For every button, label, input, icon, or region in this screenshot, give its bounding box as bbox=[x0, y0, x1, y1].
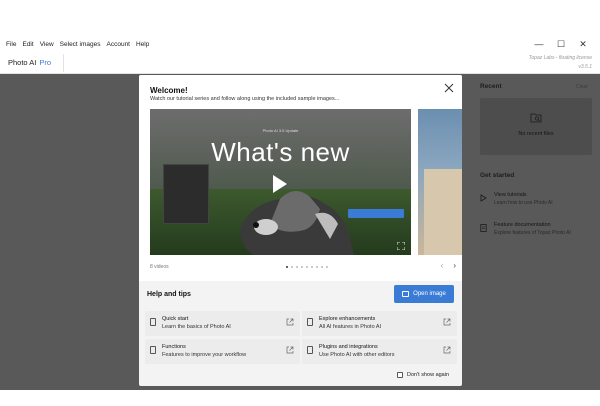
play-icon[interactable] bbox=[273, 175, 287, 193]
building-image bbox=[424, 169, 462, 255]
app-header: Photo AI Pro Topaz Labs - floating licens… bbox=[0, 52, 600, 74]
get-started-title: Get started bbox=[480, 172, 515, 179]
view-tutorials-item[interactable]: View tutorials Learn how to use Photo AI bbox=[480, 192, 596, 212]
menu-select-images[interactable]: Select images bbox=[60, 41, 101, 48]
play-outline-icon bbox=[480, 194, 487, 202]
image-icon bbox=[402, 291, 410, 297]
document-icon bbox=[150, 346, 156, 354]
product-name: Photo AI Pro bbox=[8, 58, 51, 67]
menu-bar: File Edit View Select images Account Hel… bbox=[0, 36, 600, 52]
menu-account[interactable]: Account bbox=[107, 41, 131, 48]
functions-card[interactable]: Functions Features to improve your workf… bbox=[145, 339, 300, 364]
maximize-icon[interactable]: ☐ bbox=[550, 39, 572, 50]
modal-title: Welcome! bbox=[150, 86, 188, 95]
menu-help[interactable]: Help bbox=[136, 41, 149, 48]
external-link-icon bbox=[286, 318, 294, 326]
next-video-thumbnail[interactable] bbox=[418, 109, 462, 255]
card-desc: Use Photo AI with other editors bbox=[319, 352, 395, 358]
carousel-dot[interactable] bbox=[296, 266, 298, 268]
carousel-dot[interactable] bbox=[301, 266, 303, 268]
card-desc: All AI features in Photo AI bbox=[319, 324, 382, 330]
carousel-dot[interactable] bbox=[326, 266, 328, 268]
bottom-strip bbox=[0, 390, 600, 406]
carousel-dot[interactable] bbox=[316, 266, 318, 268]
feature-documentation-item[interactable]: Feature documentation Explore features o… bbox=[480, 222, 596, 242]
product-title: Photo AI bbox=[8, 58, 37, 67]
menu-edit[interactable]: Edit bbox=[22, 41, 33, 48]
recent-files-box: No recent files bbox=[480, 98, 592, 155]
feature-doc-desc: Explore features of Topaz Photo AI bbox=[494, 230, 571, 236]
card-title: Functions bbox=[162, 344, 186, 350]
external-link-icon bbox=[443, 318, 451, 326]
minimize-icon[interactable]: — bbox=[528, 39, 550, 49]
card-title: Quick start bbox=[162, 316, 189, 322]
open-image-label: Open image bbox=[413, 291, 446, 297]
card-title: Plugins and integrations bbox=[319, 344, 378, 350]
carousel-dot[interactable] bbox=[291, 266, 293, 268]
carousel-prev-icon[interactable]: ‹ bbox=[441, 261, 444, 270]
version-text: v3.5.1 bbox=[578, 64, 592, 70]
close-modal-icon[interactable] bbox=[444, 83, 454, 93]
video-small-caption: Photo AI 3.5 Update bbox=[262, 128, 299, 133]
explore-enhancements-card[interactable]: Explore enhancements All AI features in … bbox=[302, 311, 457, 336]
carousel-dot[interactable] bbox=[286, 266, 288, 268]
carousel-dot[interactable] bbox=[311, 266, 313, 268]
folder-search-icon bbox=[530, 113, 542, 123]
carousel-next-icon[interactable]: › bbox=[453, 261, 456, 270]
close-icon[interactable]: ✕ bbox=[572, 39, 594, 50]
card-desc: Features to improve your workflow bbox=[162, 352, 247, 358]
document-icon bbox=[307, 318, 313, 326]
help-and-tips-title: Help and tips bbox=[147, 291, 191, 298]
app-window: File Edit View Select images Account Hel… bbox=[0, 0, 600, 406]
video-count: 8 videos bbox=[150, 264, 169, 270]
card-title: Explore enhancements bbox=[319, 316, 376, 322]
view-tutorials-desc: Learn how to use Photo AI bbox=[494, 200, 553, 206]
window-controls: — ☐ ✕ bbox=[528, 36, 594, 52]
video-ui-panel bbox=[163, 164, 209, 224]
recent-title: Recent bbox=[480, 83, 502, 90]
video-ui-button bbox=[348, 209, 404, 218]
document-icon bbox=[307, 346, 313, 354]
feature-doc-title: Feature documentation bbox=[494, 222, 551, 228]
carousel-dot[interactable] bbox=[321, 266, 323, 268]
pro-badge: Pro bbox=[39, 58, 52, 67]
welcome-modal: Welcome! Watch our tutorial series and f… bbox=[139, 75, 462, 386]
carousel-nav: ‹ › bbox=[441, 261, 456, 270]
external-link-icon bbox=[286, 346, 294, 354]
plugins-integrations-card[interactable]: Plugins and integrations Use Photo AI wi… bbox=[302, 339, 457, 364]
header-divider bbox=[63, 54, 64, 72]
quick-start-card[interactable]: Quick start Learn the basics of Photo AI bbox=[145, 311, 300, 336]
document-icon bbox=[480, 224, 487, 232]
menu-view[interactable]: View bbox=[40, 41, 54, 48]
right-panel: Recent Clear No recent files Get started… bbox=[472, 74, 600, 390]
fullscreen-icon[interactable] bbox=[397, 242, 405, 250]
tutorial-video[interactable]: Photo AI 3.5 Update What's new bbox=[150, 109, 411, 255]
card-desc: Learn the basics of Photo AI bbox=[162, 324, 231, 330]
clear-recent-button[interactable]: Clear bbox=[576, 84, 588, 90]
no-recent-files-text: No recent files bbox=[518, 131, 554, 137]
dont-show-again[interactable]: Don't show again bbox=[397, 372, 449, 378]
modal-subtitle: Watch our tutorial series and follow alo… bbox=[150, 96, 340, 102]
dont-show-label: Don't show again bbox=[407, 372, 450, 378]
carousel-dots bbox=[286, 266, 328, 268]
carousel-dot[interactable] bbox=[306, 266, 308, 268]
menu-file[interactable]: File bbox=[6, 41, 16, 48]
external-link-icon bbox=[443, 346, 451, 354]
open-image-button[interactable]: Open image bbox=[394, 285, 454, 303]
license-text: Topaz Labs - floating license bbox=[528, 55, 592, 61]
dont-show-checkbox[interactable] bbox=[397, 372, 403, 378]
document-icon bbox=[150, 318, 156, 326]
view-tutorials-title: View tutorials bbox=[494, 192, 527, 198]
license-info: Topaz Labs - floating license v3.5.1 bbox=[529, 54, 592, 72]
